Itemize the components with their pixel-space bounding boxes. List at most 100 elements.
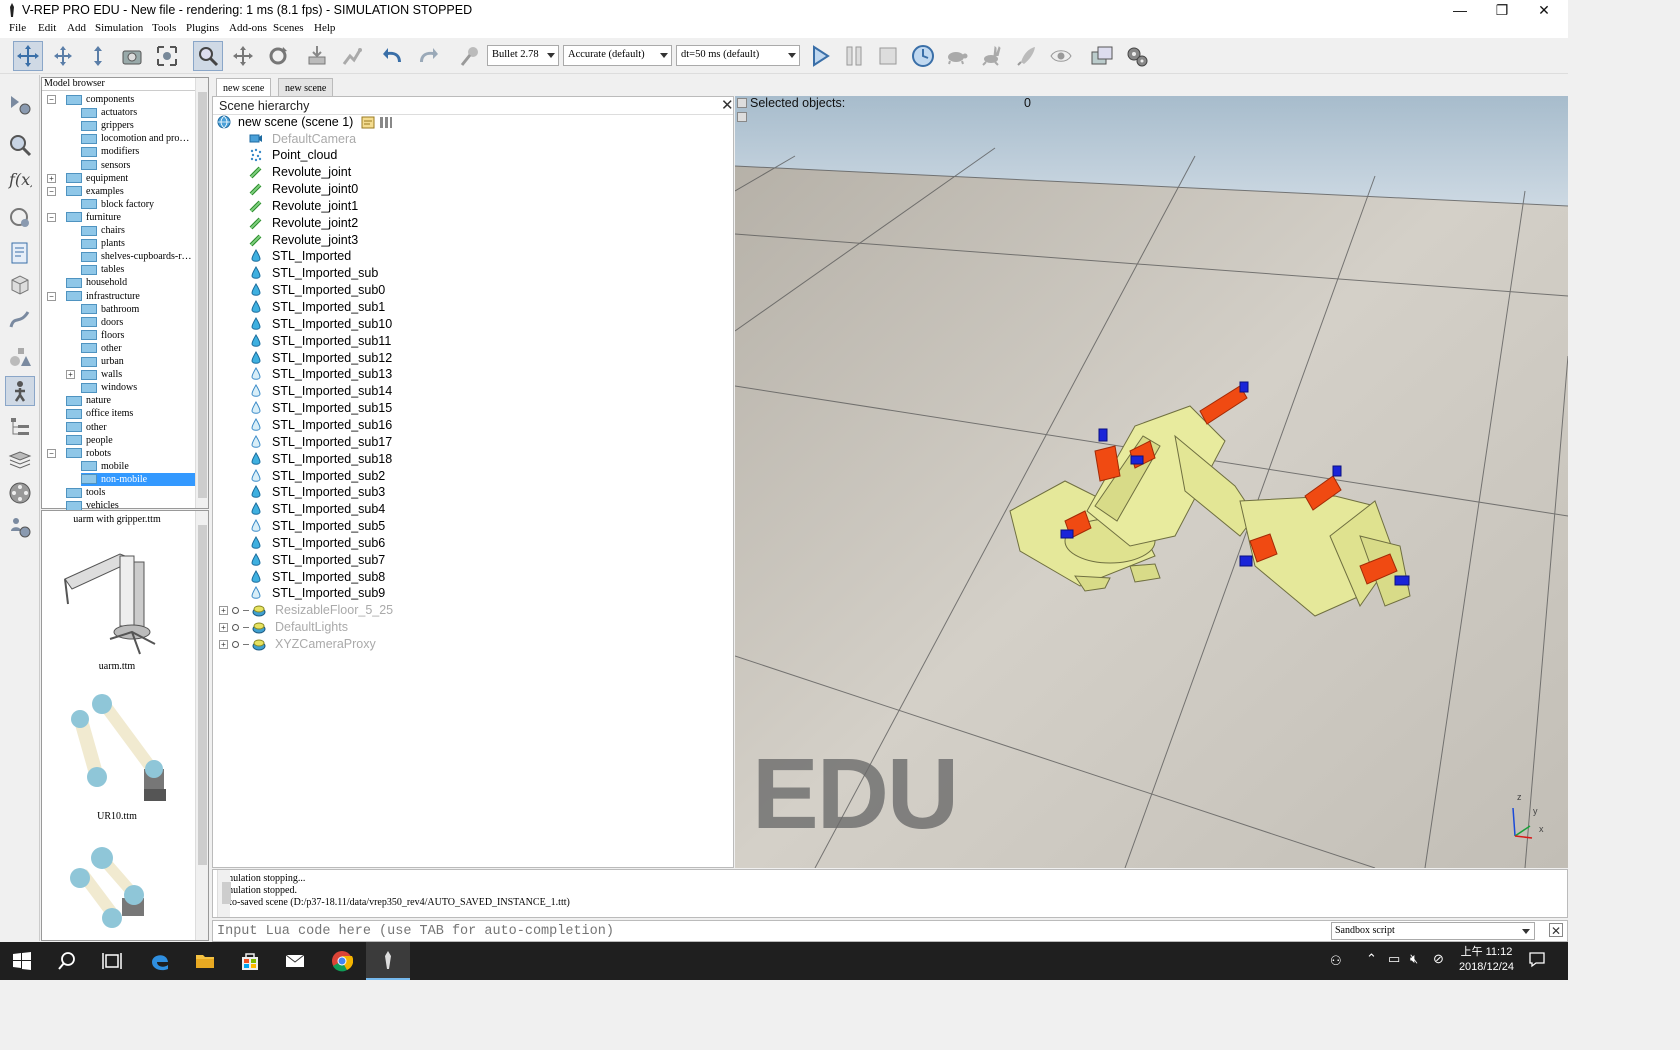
hierarchy-item[interactable]: Revolute_joint: [249, 164, 351, 181]
model-folder-item[interactable]: robots: [66, 447, 111, 460]
3d-box-button[interactable]: [5, 269, 35, 299]
model-folder-item[interactable]: urban: [81, 355, 124, 368]
redo-button[interactable]: [413, 41, 443, 71]
model-folder-item[interactable]: modifiers: [81, 145, 139, 158]
layers-button[interactable]: [5, 445, 35, 475]
model-folder-item[interactable]: floors: [81, 329, 124, 342]
collapse-icon[interactable]: −: [47, 291, 56, 301]
transfer-dna-button[interactable]: [337, 41, 367, 71]
scripts-button[interactable]: f(x): [5, 164, 35, 194]
hierarchy-item[interactable]: Revolute_joint3: [249, 231, 358, 248]
stop-simulation-button[interactable]: [873, 41, 903, 71]
path-edit-button[interactable]: [5, 304, 35, 334]
scrollbar-thumb[interactable]: [198, 525, 207, 865]
model-folder-item[interactable]: actuators: [81, 106, 137, 119]
search-button[interactable]: [45, 942, 89, 980]
menu-simulation[interactable]: Simulation: [95, 22, 143, 34]
model-tree-scrollbar[interactable]: [195, 78, 208, 508]
hierarchy-item[interactable]: STL_Imported_sub: [249, 265, 378, 282]
physics-engine-select[interactable]: Bullet 2.78: [487, 45, 559, 66]
script-type-select[interactable]: Sandbox script: [1331, 922, 1535, 940]
primitive-shapes-button[interactable]: [5, 342, 35, 372]
expand-icon[interactable]: +: [66, 370, 75, 380]
model-folder-item[interactable]: tools: [66, 486, 105, 499]
scene-root[interactable]: new scene (scene 1): [217, 113, 402, 130]
action-center-icon[interactable]: [1528, 950, 1546, 968]
ur10-thumbnail[interactable]: [62, 689, 172, 809]
model-folder-item[interactable]: components: [66, 93, 134, 106]
expand-icon[interactable]: +: [219, 622, 228, 632]
timestep-select[interactable]: dt=50 ms (default): [676, 45, 800, 66]
hierarchy-item[interactable]: STL_Imported_sub0: [249, 282, 385, 299]
menu-addons[interactable]: Add-ons: [229, 22, 267, 34]
scene-hierarchy-toggle-button[interactable]: [5, 412, 35, 442]
model-folder-item[interactable]: walls: [81, 368, 122, 381]
people-icon[interactable]: ⚇: [1330, 953, 1342, 969]
speed-up-button[interactable]: [977, 41, 1007, 71]
hierarchy-item[interactable]: Revolute_joint0: [249, 181, 358, 198]
edge-button[interactable]: [138, 942, 182, 980]
collision-detection-button[interactable]: [5, 130, 35, 160]
hierarchy-item[interactable]: STL_Imported: [249, 248, 351, 265]
camera-rotate-button[interactable]: [48, 41, 78, 71]
hierarchy-item[interactable]: + DefaultLights: [219, 619, 348, 636]
close-hierarchy-icon[interactable]: ✕: [721, 98, 734, 113]
undo-button[interactable]: [378, 41, 408, 71]
minimize-button[interactable]: —: [1440, 0, 1480, 21]
hierarchy-item[interactable]: STL_Imported_sub9: [249, 585, 385, 602]
hierarchy-item[interactable]: + XYZCameraProxy: [219, 636, 376, 653]
simulation-settings-button[interactable]: [5, 89, 35, 119]
collapse-icon[interactable]: −: [47, 186, 56, 196]
network-icon[interactable]: ▭: [1388, 951, 1400, 967]
model-folder-item[interactable]: grippers: [81, 119, 134, 132]
task-view-button[interactable]: [90, 942, 134, 980]
console-scrollbar[interactable]: [217, 870, 231, 917]
hierarchy-item[interactable]: Revolute_joint2: [249, 214, 358, 231]
hierarchy-item[interactable]: STL_Imported_sub16: [249, 416, 392, 433]
hierarchy-item[interactable]: Revolute_joint1: [249, 197, 358, 214]
start-simulation-button[interactable]: [805, 41, 835, 71]
hierarchy-item[interactable]: STL_Imported_sub13: [249, 366, 392, 383]
hierarchy-item[interactable]: STL_Imported_sub11: [249, 332, 391, 349]
calculation-modules-button[interactable]: [1122, 41, 1152, 71]
hierarchy-item[interactable]: STL_Imported_sub6: [249, 534, 385, 551]
hierarchy-item[interactable]: STL_Imported_sub2: [249, 467, 385, 484]
collapse-icon[interactable]: −: [47, 448, 56, 458]
notification-blocked-icon[interactable]: ⊘: [1433, 951, 1444, 967]
model-folder-item[interactable]: shelves-cupboards-r…: [81, 250, 192, 263]
model-folder-item[interactable]: office items: [66, 407, 133, 420]
assemble-button[interactable]: [302, 41, 332, 71]
hierarchy-item[interactable]: STL_Imported_sub7: [249, 551, 385, 568]
close-lua-icon[interactable]: ✕: [1549, 923, 1563, 938]
model-folder-item[interactable]: equipment: [66, 172, 128, 185]
mail-button[interactable]: [273, 942, 317, 980]
collapse-icon[interactable]: −: [47, 95, 56, 104]
model-folder-item[interactable]: examples: [66, 185, 124, 198]
model-folder-item[interactable]: bathroom: [81, 303, 139, 316]
video-recorder-button[interactable]: [5, 478, 35, 508]
menu-scenes[interactable]: Scenes: [273, 22, 304, 34]
hierarchy-item[interactable]: STL_Imported_sub1: [249, 299, 385, 316]
close-button[interactable]: ✕: [1524, 0, 1564, 21]
model-folder-item[interactable]: other: [66, 421, 107, 434]
page-selector-button[interactable]: [737, 112, 747, 122]
scene-object-properties-button[interactable]: [1087, 41, 1117, 71]
script-icon[interactable]: [361, 115, 375, 129]
menu-add[interactable]: Add: [67, 22, 86, 34]
hierarchy-item[interactable]: STL_Imported_sub3: [249, 484, 385, 501]
visualization-toggle-button[interactable]: [1046, 41, 1076, 71]
volume-muted-icon[interactable]: 🔇︎: [1410, 951, 1418, 967]
model-folder-item[interactable]: non-mobile: [81, 472, 196, 486]
view-selector-button[interactable]: [737, 98, 747, 108]
dynamics-toggle-button[interactable]: [455, 41, 485, 71]
hierarchy-item[interactable]: STL_Imported_sub4: [249, 501, 385, 518]
thumbnail-scrollbar[interactable]: [195, 511, 208, 940]
model-folder-item[interactable]: doors: [81, 316, 123, 329]
file-explorer-button[interactable]: [183, 942, 227, 980]
fit-to-view-button[interactable]: [152, 41, 182, 71]
camera-opening-button[interactable]: [117, 41, 147, 71]
model-folder-item[interactable]: locomotion and pro…: [81, 132, 189, 145]
scrollbar-thumb[interactable]: [222, 882, 231, 904]
model-folder-item[interactable]: furniture: [66, 211, 121, 224]
uarm-thumbnail[interactable]: [60, 544, 180, 659]
